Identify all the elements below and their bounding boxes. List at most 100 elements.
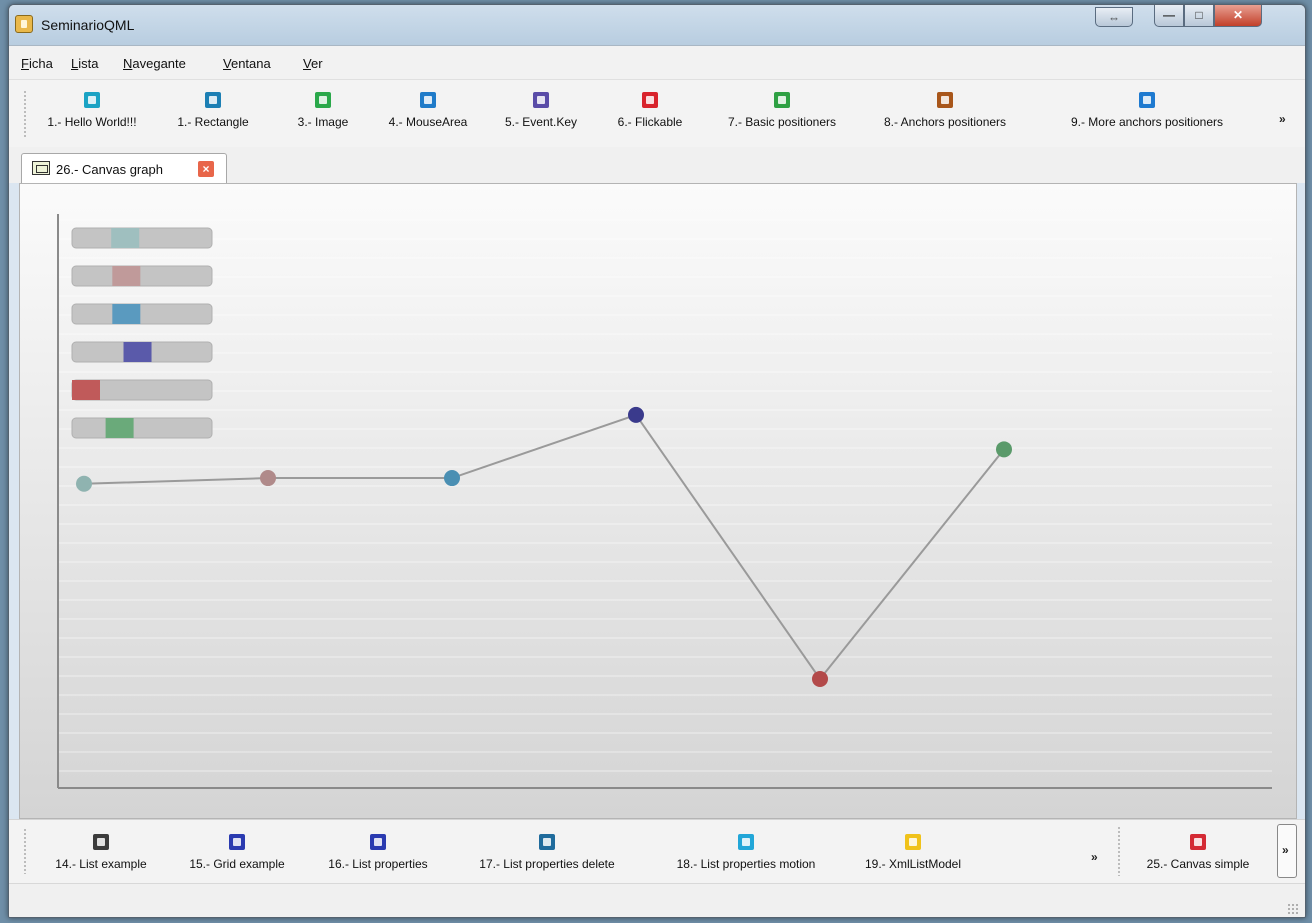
page-icon — [774, 92, 790, 108]
toolbar-button-grid-example[interactable]: 15.- Grid example — [173, 834, 301, 871]
toolbar-button-label: 1.- Hello World!!! — [47, 115, 137, 129]
canvas-graph-area[interactable] — [19, 183, 1297, 819]
rocket-icon — [1190, 834, 1206, 850]
toolbar-button-label: 9.- More anchors positioners — [1070, 115, 1224, 129]
toolbar-button-label: 1.- Rectangle — [177, 115, 249, 129]
window-icon — [738, 834, 754, 850]
menu-ficha[interactable]: Ficha — [21, 56, 53, 71]
menu-mnemonic: V — [223, 56, 231, 71]
toolbar-button-label: 14.- List example — [55, 857, 147, 871]
toolbar-overflow-button-end[interactable]: » — [1277, 824, 1297, 878]
data-point[interactable] — [996, 441, 1012, 458]
toolbar-button-event-key[interactable]: 5.- Event.Key — [493, 92, 589, 129]
toolbar-button-list-properties[interactable]: 16.- List properties — [313, 834, 443, 871]
line-chart[interactable] — [20, 184, 1296, 818]
toolbar-button-list-properties-motion[interactable]: 18.- List properties motion — [653, 834, 839, 871]
tab-bar: 26.- Canvas graph × — [9, 147, 1305, 184]
status-bar — [9, 883, 1305, 917]
window-icon — [32, 161, 50, 175]
toolbar-button-label: 17.- List properties delete — [479, 857, 615, 871]
data-point[interactable] — [76, 475, 92, 492]
toolbar-button-label: 19.- XmlListModel — [864, 857, 962, 871]
flag-icon — [370, 834, 386, 850]
keyboard-icon — [533, 92, 549, 108]
toolbar-overflow-button[interactable]: » — [1279, 112, 1286, 126]
airplane-icon — [420, 92, 436, 108]
menu-mnemonic: V — [303, 56, 311, 71]
image-icon — [315, 92, 331, 108]
toolbar-button-mousearea[interactable]: 4.- MouseArea — [375, 92, 481, 129]
menu-mnemonic: F — [21, 56, 29, 71]
resize-grip-icon[interactable] — [1287, 903, 1299, 915]
legend-slider-track[interactable] — [71, 303, 213, 325]
menu-label: er — [310, 56, 323, 71]
phone-icon — [205, 92, 221, 108]
toolbar-button-basic-positioners[interactable]: 7.- Basic positioners — [709, 92, 855, 129]
toolbar-button-list-properties-delete[interactable]: 17.- List properties delete — [461, 834, 633, 871]
menu-label: avegante — [132, 56, 186, 71]
toolbar-button-rectangle[interactable]: 1.- Rectangle — [163, 92, 263, 129]
menu-lista[interactable]: Lista — [71, 56, 98, 71]
toolbar-button-image[interactable]: 3.- Image — [283, 92, 363, 129]
toolbar-button-label: 15.- Grid example — [189, 857, 285, 871]
legend-slider-handle[interactable] — [112, 304, 141, 324]
menu-navegante[interactable]: Navegante — [123, 56, 186, 71]
toolbar-button-list-example[interactable]: 14.- List example — [39, 834, 163, 871]
toolbar-button-label: 4.- MouseArea — [388, 115, 468, 129]
legend-slider-handle[interactable] — [123, 342, 152, 362]
menu-label: entana — [230, 56, 271, 71]
bottom-toolbar: 14.- List example 15.- Grid example 16.-… — [9, 819, 1305, 883]
flick-icon — [642, 92, 658, 108]
window-title: SeminarioQML — [41, 17, 135, 33]
legend-slider-track[interactable] — [71, 417, 213, 439]
minimize-button[interactable]: — — [1154, 5, 1184, 27]
toolbar-grip[interactable] — [1117, 826, 1121, 876]
menu-ventana[interactable]: Ventana — [223, 56, 271, 71]
toolbar-grip[interactable] — [23, 828, 27, 874]
toolbar-button-label: 18.- List properties motion — [676, 857, 816, 871]
toolbar-button-label: 6.- Flickable — [617, 115, 683, 129]
legend-slider-handle[interactable] — [105, 418, 134, 438]
tab-label: 26.- Canvas graph — [56, 162, 163, 177]
data-point[interactable] — [260, 470, 276, 487]
legend-slider-handle[interactable] — [72, 380, 100, 400]
menu-ver[interactable]: Ver — [303, 56, 323, 71]
device-icon — [1139, 92, 1155, 108]
close-button[interactable]: ✕ — [1214, 5, 1262, 27]
toolbar-button-label: 7.- Basic positioners — [727, 115, 837, 129]
toolbar-button-hello-world[interactable]: 1.- Hello World!!! — [37, 92, 147, 129]
maximize-icon: □ — [1195, 8, 1203, 22]
legend-slider-handle[interactable] — [111, 228, 140, 248]
briefcase-icon — [84, 92, 100, 108]
toolbar-button-anchors-positioners[interactable]: 8.- Anchors positioners — [861, 92, 1029, 129]
toolbar-grip[interactable] — [23, 90, 27, 138]
toolbar-button-xmllistmodel[interactable]: 19.- XmlListModel — [851, 834, 975, 871]
menu-bar: Ficha Lista Navegante Ventana Ver — [9, 45, 1305, 79]
legend-slider-track[interactable] — [71, 265, 213, 287]
tab-canvas-graph[interactable]: 26.- Canvas graph × — [21, 153, 227, 184]
legend-slider-track[interactable] — [71, 227, 213, 249]
minimize-icon: — — [1163, 8, 1175, 22]
menu-label: icha — [28, 56, 53, 71]
menu-mnemonic: N — [123, 56, 133, 71]
data-point[interactable] — [628, 406, 644, 423]
data-point[interactable] — [812, 670, 828, 687]
toolbar-button-label: 16.- List properties — [328, 857, 428, 871]
menu-label: ista — [78, 56, 99, 71]
power-icon — [905, 834, 921, 850]
legend-slider-handle[interactable] — [112, 266, 141, 286]
toolbar-button-label: 8.- Anchors positioners — [883, 115, 1007, 129]
data-point[interactable] — [444, 470, 460, 487]
app-window: SeminarioQML ⇔ — □ ✕ Ficha Lista Navegan… — [8, 4, 1306, 918]
toolbar-button-label: 25.- Canvas simple — [1146, 857, 1250, 871]
tab-close-icon[interactable]: × — [198, 161, 214, 177]
toolbar-button-flickable[interactable]: 6.- Flickable — [603, 92, 697, 129]
restore-extra-button[interactable]: ⇔ — [1095, 7, 1133, 27]
top-toolbar: 1.- Hello World!!! 1.- Rectangle 3.- Ima… — [9, 79, 1305, 147]
title-bar[interactable]: SeminarioQML ⇔ — □ ✕ — [9, 5, 1305, 45]
toolbar-button-more-anchors-positioners[interactable]: 9.- More anchors positioners — [1039, 92, 1255, 129]
refresh-icon — [539, 834, 555, 850]
toolbar-overflow-button[interactable]: » — [1091, 850, 1098, 864]
maximize-button[interactable]: □ — [1184, 5, 1214, 27]
toolbar-button-canvas-simple[interactable]: 25.- Canvas simple — [1129, 834, 1267, 871]
